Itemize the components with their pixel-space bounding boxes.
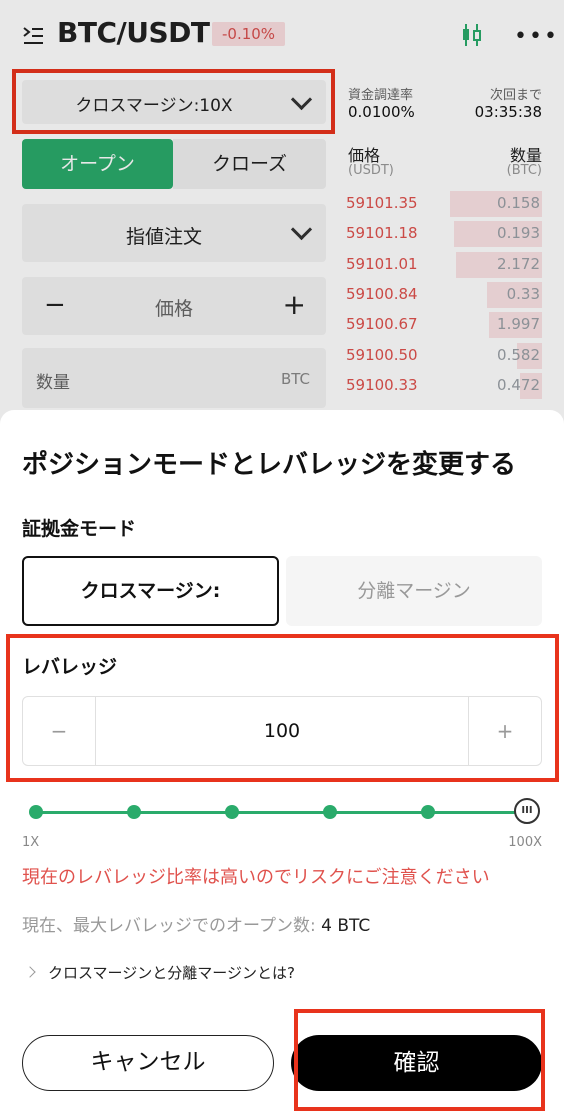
isolated-margin-option[interactable]: 分離マージン [286,556,542,626]
slider-step-dot[interactable] [127,805,141,819]
slider-max-label: 100X [508,835,542,850]
margin-mode-section-label: 証拠金モード [22,518,137,540]
slider-thumb-handle[interactable]: III [514,798,540,824]
slider-min-label: 1X [22,835,40,850]
slider-step-dot[interactable] [225,805,239,819]
max-open-label: 現在、最大レバレッジでのオープン数: [22,916,316,936]
leverage-slider-track[interactable] [36,811,528,814]
margin-faq-text: クロスマージンと分離マージンとは? [48,964,295,982]
highlight-box-leverage [6,634,559,782]
margin-faq-link[interactable]: クロスマージンと分離マージンとは? [22,962,295,983]
highlight-box-confirm [294,1009,545,1111]
slider-step-dot[interactable] [421,805,435,819]
max-open-info: 現在、最大レバレッジでのオープン数: 4 BTC [22,911,370,936]
cross-margin-option[interactable]: クロスマージン: [22,556,279,626]
sheet-title: ポジションモードとレバレッジを変更する [22,450,517,480]
cancel-button[interactable]: キャンセル [22,1035,274,1091]
chevron-right-icon [24,966,36,978]
slider-step-dot[interactable] [29,805,43,819]
max-open-value: 4 BTC [321,916,371,936]
high-leverage-warning: 現在のレバレッジ比率は高いのでリスクにご注意ください [22,867,490,888]
slider-step-dot[interactable] [323,805,337,819]
